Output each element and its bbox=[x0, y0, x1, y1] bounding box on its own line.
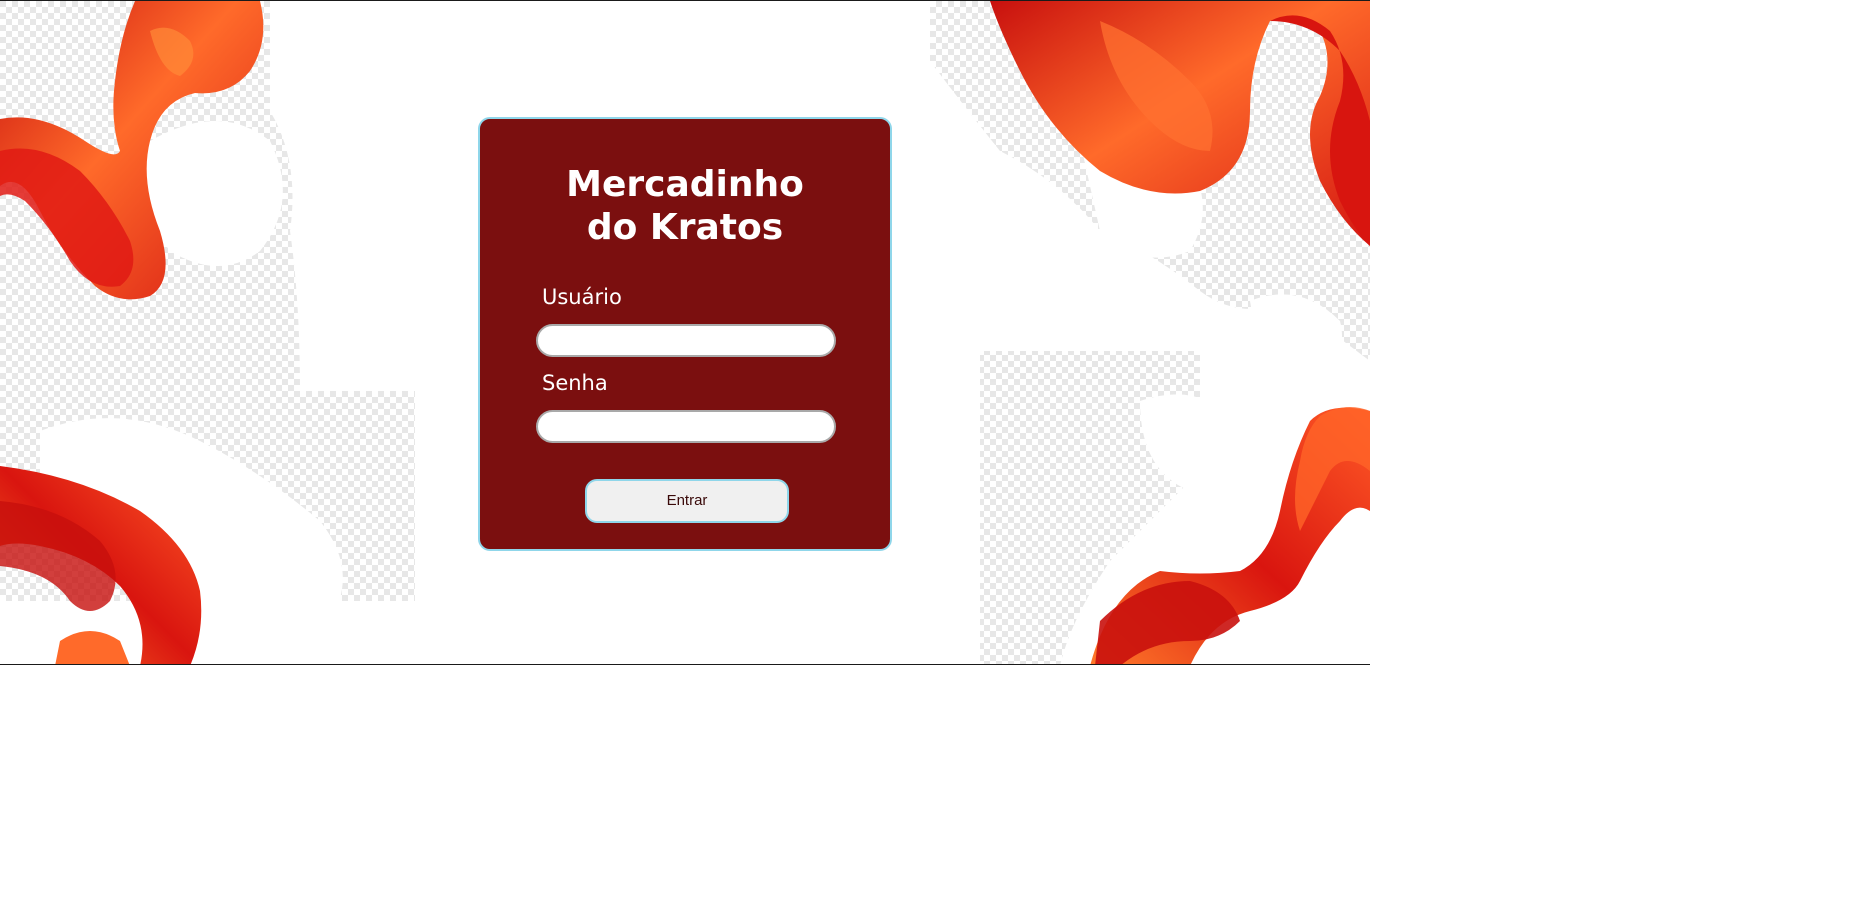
login-button[interactable]: Entrar bbox=[585, 479, 789, 523]
app-title-line-2: do Kratos bbox=[586, 207, 784, 248]
username-label: Usuário bbox=[542, 285, 622, 309]
username-input[interactable] bbox=[536, 324, 836, 357]
app-title: Mercadinho do Kratos bbox=[480, 163, 890, 249]
app-title-line-1: Mercadinho bbox=[566, 164, 804, 205]
browser-viewport: Mercadinho do Kratos Usuário Senha Entra… bbox=[0, 0, 1370, 665]
password-input[interactable] bbox=[536, 410, 836, 443]
page: Mercadinho do Kratos Usuário Senha Entra… bbox=[0, 0, 1876, 924]
password-label: Senha bbox=[542, 371, 608, 395]
login-card: Mercadinho do Kratos Usuário Senha Entra… bbox=[478, 117, 892, 551]
